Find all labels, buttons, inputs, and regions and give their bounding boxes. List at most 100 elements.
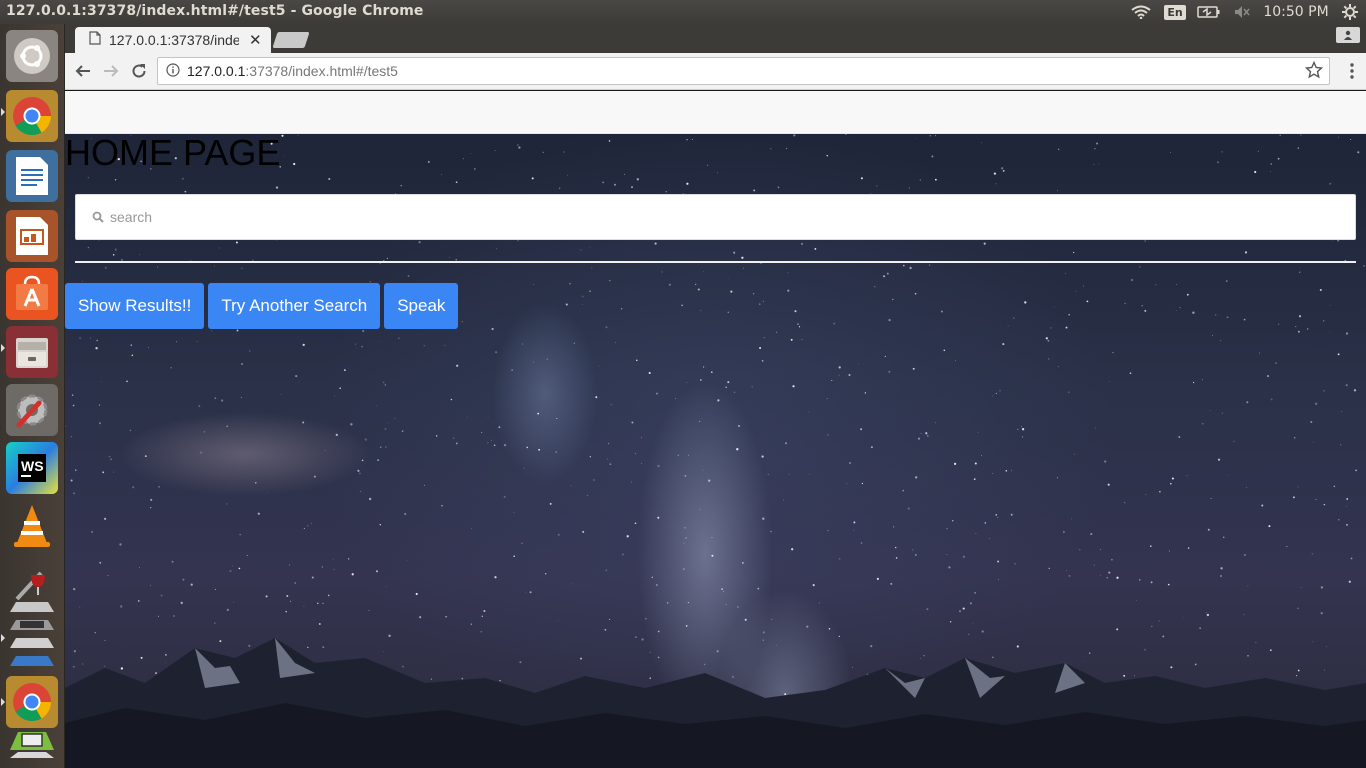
search-box[interactable]: [75, 194, 1356, 240]
page-title: HOME PAGE: [65, 132, 281, 173]
star: [707, 164, 709, 166]
star: [436, 435, 438, 437]
active-tab[interactable]: 127.0.0.1:37378/inde ✕: [75, 27, 271, 53]
star: [235, 241, 238, 244]
svg-text:WS: WS: [21, 458, 44, 474]
star: [791, 548, 794, 551]
chrome-icon-2[interactable]: [6, 676, 58, 728]
tab-strip: 127.0.0.1:37378/inde ✕: [65, 24, 1366, 53]
site-info-icon[interactable]: [166, 63, 180, 80]
star: [999, 390, 1001, 392]
star: [1323, 503, 1326, 506]
show-results-button[interactable]: Show Results!!: [65, 283, 205, 329]
system-settings-icon[interactable]: [6, 384, 58, 436]
star: [107, 575, 109, 577]
starry-background: HOME PAGE Show Results!! Try Another Sea…: [65, 134, 1366, 768]
tab-close-icon[interactable]: ✕: [249, 31, 262, 49]
ubuntu-software-icon[interactable]: [6, 268, 58, 320]
star: [800, 242, 804, 245]
volume-muted-icon[interactable]: [1226, 0, 1258, 24]
star: [1286, 546, 1288, 547]
star: [1233, 440, 1235, 443]
star: [229, 570, 232, 573]
star: [441, 174, 443, 175]
libreoffice-writer-icon[interactable]: [6, 150, 58, 202]
star: [303, 527, 305, 530]
libreoffice-impress-icon[interactable]: [6, 210, 58, 262]
power-gear-icon[interactable]: [1334, 0, 1366, 24]
star: [239, 534, 241, 536]
chrome-menu-icon[interactable]: [1350, 63, 1354, 83]
search-input[interactable]: [110, 209, 1310, 225]
star: [379, 524, 381, 526]
bookmark-star-icon[interactable]: [1304, 60, 1324, 82]
battery-icon[interactable]: [1192, 0, 1226, 24]
star: [359, 472, 361, 475]
star: [993, 172, 997, 175]
star: [1057, 477, 1058, 479]
star: [683, 568, 685, 570]
star: [1116, 576, 1119, 579]
star: [131, 354, 134, 357]
star: [75, 469, 77, 471]
star: [702, 470, 704, 471]
star: [1145, 494, 1147, 495]
star: [1363, 265, 1365, 267]
star: [1346, 524, 1348, 526]
star: [289, 600, 291, 602]
try-another-search-button[interactable]: Try Another Search: [208, 283, 381, 329]
star: [1254, 170, 1257, 174]
star: [946, 528, 948, 530]
star: [180, 601, 183, 605]
star: [1277, 157, 1280, 160]
star: [139, 566, 140, 568]
reload-icon[interactable]: [127, 59, 151, 83]
star: [1320, 586, 1324, 589]
star: [487, 442, 489, 444]
star: [730, 290, 733, 293]
star: [1107, 483, 1110, 486]
star: [196, 341, 198, 342]
star: [741, 256, 744, 259]
keyboard-language-indicator[interactable]: En: [1158, 0, 1192, 24]
star: [914, 292, 917, 295]
star: [1111, 558, 1113, 561]
star: [849, 462, 851, 464]
files-icon[interactable]: [6, 326, 58, 378]
star: [572, 583, 574, 585]
vlc-icon[interactable]: [6, 500, 58, 552]
ubuntu-dash-icon[interactable]: [6, 30, 58, 82]
star: [1053, 306, 1055, 308]
star: [699, 508, 701, 510]
star: [688, 454, 690, 456]
star: [546, 358, 549, 360]
stacked-apps-icon[interactable]: [6, 590, 58, 680]
star: [1346, 506, 1347, 508]
new-tab-button[interactable]: [272, 32, 310, 48]
star: [1139, 579, 1141, 581]
remote-desktop-icon[interactable]: [6, 726, 58, 766]
star: [79, 337, 82, 340]
chrome-icon[interactable]: [6, 90, 58, 142]
back-arrow-icon[interactable]: [71, 59, 95, 83]
webstorm-icon[interactable]: WS: [6, 442, 58, 494]
star: [1183, 617, 1184, 619]
star: [302, 343, 305, 347]
forward-arrow-icon[interactable]: [99, 59, 123, 83]
star: [1108, 380, 1110, 382]
star: [376, 405, 378, 407]
speak-button[interactable]: Speak: [384, 283, 459, 329]
mountain-silhouette: [65, 638, 1366, 768]
star: [70, 479, 73, 482]
star: [838, 557, 841, 560]
wifi-icon[interactable]: [1124, 0, 1158, 24]
profile-icon[interactable]: [1336, 27, 1360, 43]
star: [848, 374, 851, 376]
star: [812, 583, 815, 587]
star: [384, 384, 386, 386]
star: [1297, 607, 1299, 610]
clock[interactable]: 10:50 PM: [1258, 0, 1334, 24]
star: [129, 429, 132, 432]
address-bar[interactable]: 127.0.0.1:37378/index.html#/test5: [157, 57, 1330, 85]
star: [757, 587, 760, 590]
